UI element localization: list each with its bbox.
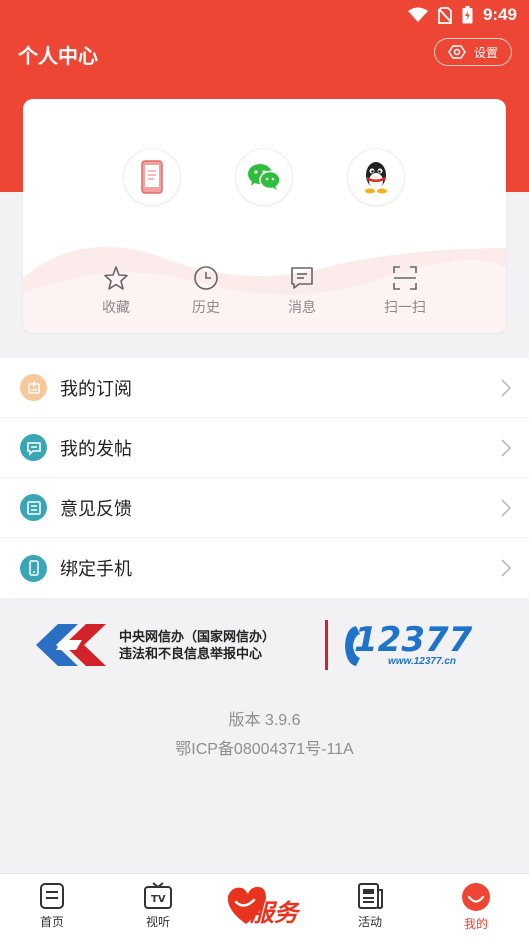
settings-label: 设置 — [473, 45, 498, 60]
quick-messages[interactable]: 消息 — [272, 265, 332, 317]
menu-label-subscriptions: 我的订阅 — [60, 378, 132, 399]
menu-item-bind-phone[interactable]: 绑定手机 — [0, 538, 529, 598]
chevron-right-icon — [501, 498, 511, 517]
cac-logo-icon — [36, 624, 106, 666]
report-center-text: 中央网信办（国家网信办） 违法和不良信息举报中心 — [119, 628, 275, 662]
settings-button[interactable]: 设置 — [434, 38, 512, 66]
tab-activity-label: 活动 — [357, 915, 382, 929]
star-icon — [104, 266, 128, 290]
report-line-1: 中央网信办（国家网信办） — [119, 629, 276, 644]
settings-eye-icon — [448, 45, 466, 59]
no-sim-icon — [438, 6, 452, 24]
profile-icon — [462, 883, 490, 911]
menu-item-posts[interactable]: 我的发帖 — [0, 418, 529, 478]
home-doc-icon — [40, 883, 64, 909]
report-number: 12377 — [354, 620, 473, 660]
menu-label-bind-phone: 绑定手机 — [60, 559, 132, 579]
quick-messages-label: 消息 — [288, 299, 316, 315]
icp-license: 鄂ICP备08004371号-11A — [175, 741, 354, 758]
quick-history-label: 历史 — [192, 299, 220, 315]
quick-scan[interactable]: 扫一扫 — [375, 265, 435, 317]
quick-favorites-label: 收藏 — [102, 299, 130, 315]
tab-home[interactable]: 首页 — [22, 882, 82, 930]
phone-login-button[interactable] — [123, 148, 181, 206]
profile-card: 收藏 历史 消息 扫一扫 — [23, 99, 506, 333]
tab-service-label: 服务 — [250, 900, 298, 927]
scan-icon — [393, 266, 417, 290]
quick-scan-label: 扫一扫 — [384, 299, 426, 315]
report-url: www.12377.cn — [388, 656, 456, 667]
report-line-2: 违法和不良信息举报中心 — [119, 646, 263, 661]
menu-label-posts: 我的发帖 — [60, 438, 132, 459]
tab-video-label: 视听 — [145, 915, 170, 929]
qq-login-button[interactable] — [347, 148, 405, 206]
chevron-right-icon — [501, 378, 511, 397]
menu-item-feedback[interactable]: 意见反馈 — [0, 478, 529, 538]
wechat-icon — [248, 164, 281, 190]
qq-penguin-icon — [365, 162, 387, 194]
tab-home-label: 首页 — [39, 915, 64, 929]
clock-icon — [194, 266, 218, 290]
battery-icon — [462, 6, 473, 24]
status-bar: 9:49 — [0, 0, 529, 32]
status-time: 9:49 — [482, 5, 517, 24]
feedback-icon — [20, 494, 47, 521]
chevron-right-icon — [501, 559, 511, 577]
tv-icon: TV — [144, 882, 172, 909]
app-version: 版本 3.9.6 — [228, 712, 301, 729]
tab-mine[interactable]: 我的 — [446, 882, 506, 932]
post-icon — [20, 434, 47, 461]
menu-list: 我的订阅 我的发帖 意见反馈 绑定手机 — [0, 358, 529, 598]
quick-history[interactable]: 历史 — [176, 265, 236, 317]
menu-item-subscriptions[interactable]: 我的订阅 — [0, 358, 529, 418]
page-title: 个人中心 — [18, 46, 98, 68]
wechat-login-button[interactable] — [235, 148, 293, 206]
subscribe-icon — [20, 374, 47, 401]
news-icon — [358, 883, 383, 909]
phone-icon — [20, 554, 47, 582]
svg-text:TV: TV — [151, 894, 166, 905]
tab-activity[interactable]: 活动 — [340, 882, 400, 930]
wifi-icon — [407, 7, 428, 22]
quick-favorites[interactable]: 收藏 — [86, 265, 146, 317]
menu-label-feedback: 意见反馈 — [60, 498, 132, 519]
tab-mine-label: 我的 — [463, 917, 488, 931]
message-icon — [291, 267, 313, 289]
chevron-right-icon — [501, 438, 511, 457]
phone-login-icon — [141, 160, 163, 194]
divider-bar — [325, 620, 328, 670]
tab-video[interactable]: TV 视听 — [128, 882, 188, 930]
